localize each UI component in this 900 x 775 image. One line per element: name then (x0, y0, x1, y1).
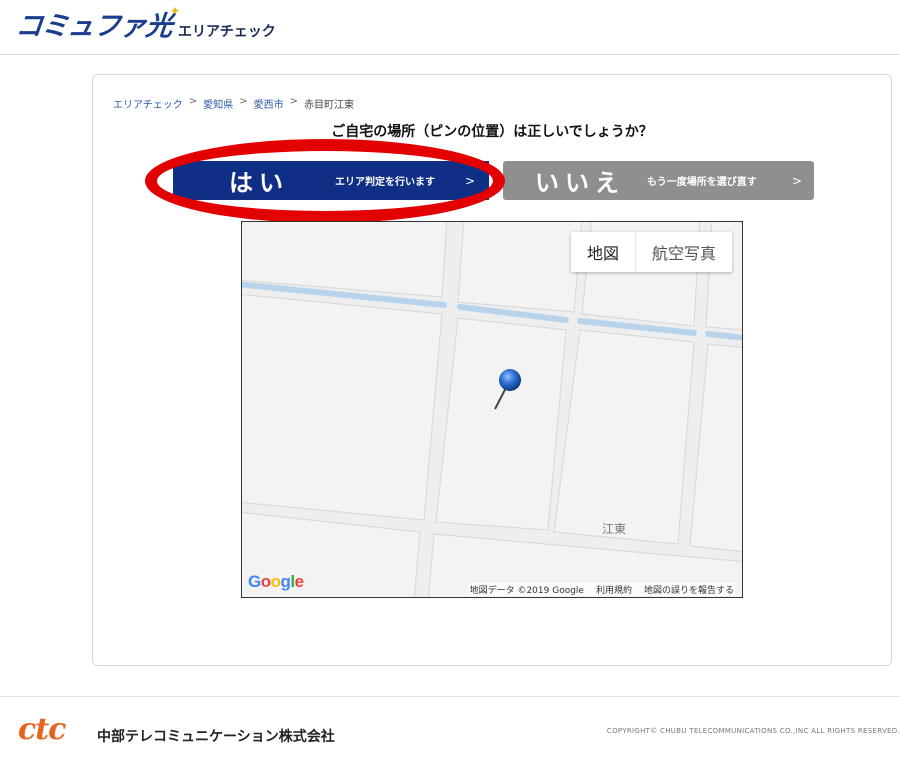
no-button-label: いいえ (535, 169, 625, 197)
company-name: 中部テレコミュニケーション株式会社 (97, 729, 335, 745)
google-logo-letter: o (260, 572, 271, 591)
map-place-label: 江東 (602, 522, 627, 536)
site-header: コミュファ光 ✦ エリアチェック (0, 0, 900, 55)
yes-button[interactable]: はい エリア判定を行います > (173, 161, 489, 200)
no-button-sublabel: もう一度場所を選び直す (647, 177, 757, 188)
breadcrumb-separator: > (188, 96, 198, 107)
location-pin-icon[interactable] (492, 367, 526, 417)
map-type-control: 地図 航空写真 (570, 232, 732, 272)
google-logo-letter: G (248, 572, 261, 591)
map-type-map-button[interactable]: 地図 (571, 232, 635, 272)
sparkle-icon: ✦ (169, 4, 180, 18)
confirmation-question: ご自宅の場所（ピンの位置）は正しいでしょうか？ (331, 124, 653, 140)
breadcrumb-link-prefecture[interactable]: 愛知県 (203, 96, 233, 111)
map-report-error-link[interactable]: 地図の誤りを報告する (644, 583, 734, 596)
breadcrumb-current: 赤目町江東 (303, 100, 354, 111)
google-logo-letter: o (270, 572, 281, 591)
breadcrumb-separator: > (289, 96, 298, 107)
map-type-satellite-button[interactable]: 航空写真 (634, 232, 732, 272)
map-terms-link[interactable]: 利用規約 (596, 583, 632, 596)
copyright-text: COPYRIGHT© CHUBU TELECOMMUNICATIONS CO.,… (606, 727, 900, 735)
area-check-card: エリアチェック > 愛知県 > 愛西市 > 赤目町江東 ご自宅の場所（ピンの位置… (92, 74, 892, 666)
breadcrumb-separator: > (239, 96, 248, 107)
page-title: エリアチェック (178, 24, 276, 40)
google-logo-letter: e (294, 572, 304, 591)
map-attribution: 地図データ ©2019 Google 利用規約 地図の誤りを報告する (467, 583, 736, 596)
google-logo[interactable]: Google (248, 572, 304, 592)
logo-text: コミュファ光 (14, 10, 174, 42)
breadcrumb-link-area-check[interactable]: エリアチェック (113, 96, 183, 111)
chevron-right-icon: > (464, 173, 475, 188)
map-view[interactable]: 地図 航空写真 江東 Google 地図データ ©2019 Google 利用規… (241, 221, 743, 598)
google-logo-letter: g (280, 572, 291, 591)
breadcrumb-link-city[interactable]: 愛西市 (254, 96, 284, 111)
commufa-logo[interactable]: コミュファ光 ✦ (14, 4, 180, 42)
map-data-credit: 地図データ ©2019 Google (469, 586, 584, 596)
chevron-right-icon: > (791, 173, 802, 188)
footer-divider (0, 696, 900, 697)
ctc-logo[interactable]: ctc (18, 712, 66, 747)
yes-button-label: はい (229, 169, 289, 197)
breadcrumb: エリアチェック > 愛知県 > 愛西市 > 赤目町江東 (113, 96, 354, 111)
no-button[interactable]: いいえ もう一度場所を選び直す > (503, 161, 814, 200)
yes-button-sublabel: エリア判定を行います (335, 177, 435, 188)
